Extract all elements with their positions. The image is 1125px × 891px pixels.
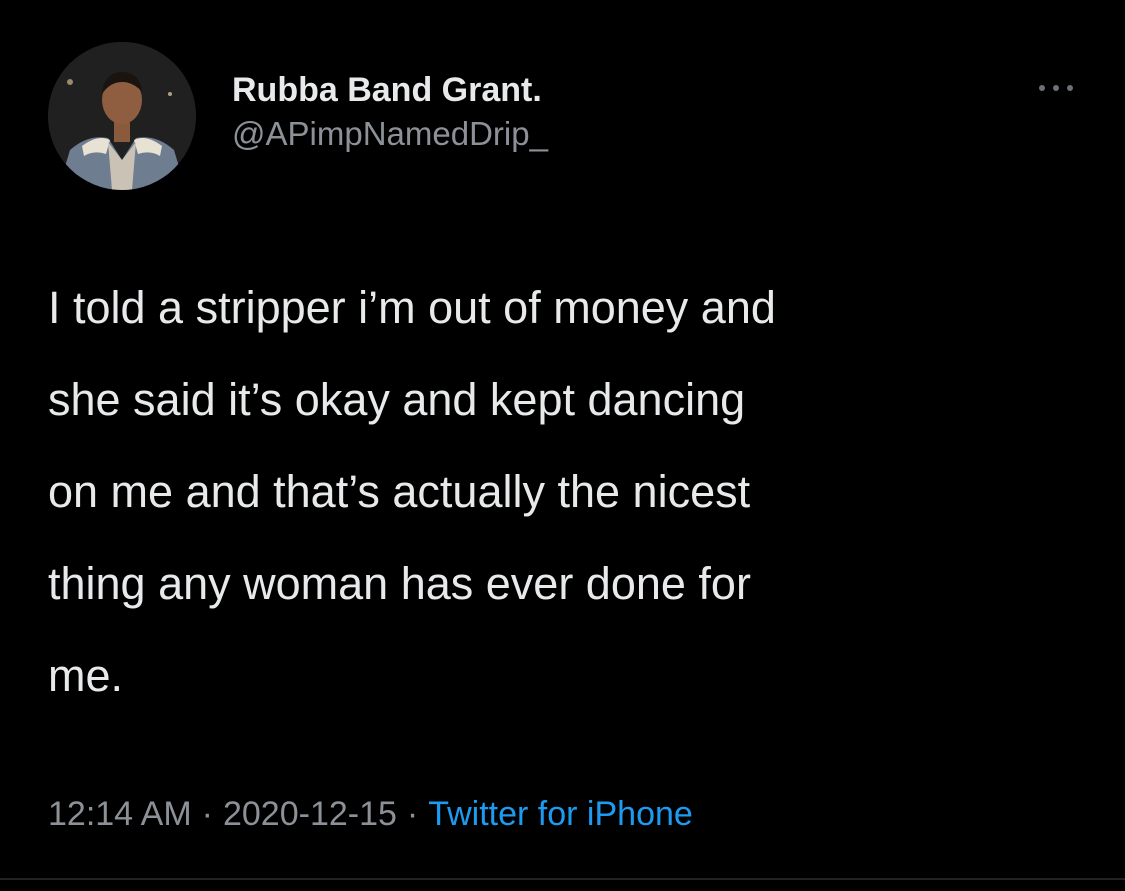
- meta-separator: ·: [406, 795, 419, 833]
- tweet-date[interactable]: 2020-12-15: [223, 795, 397, 833]
- tweet-source-link[interactable]: Twitter for iPhone: [428, 795, 693, 833]
- meta-separator: ·: [201, 795, 213, 833]
- more-options-icon: [1039, 85, 1073, 91]
- tweet-text-line: I told a stripper i’m out of money and: [48, 282, 776, 333]
- tweet-meta: 12:14 AM · 2020-12-15 · Twitter for iPhone: [48, 792, 693, 836]
- tweet-time[interactable]: 12:14 AM: [48, 795, 192, 833]
- avatar-photo: [48, 42, 196, 190]
- author-block[interactable]: Rubba Band Grant. @APimpNamedDrip_: [232, 70, 548, 154]
- more-options-button[interactable]: [1028, 70, 1084, 106]
- tweet-text-line: me.: [48, 650, 124, 701]
- tweet-text-line: thing any woman has ever done for: [48, 558, 751, 609]
- display-name[interactable]: Rubba Band Grant.: [232, 70, 548, 110]
- tweet-text: I told a stripper i’m out of money and s…: [48, 262, 1088, 722]
- tweet-card: Rubba Band Grant. @APimpNamedDrip_ I tol…: [0, 0, 1125, 891]
- tweet-text-line: she said it’s okay and kept dancing: [48, 374, 746, 425]
- user-handle[interactable]: @APimpNamedDrip_: [232, 114, 548, 154]
- avatar[interactable]: [48, 42, 196, 190]
- divider: [0, 878, 1125, 880]
- tweet-text-line: on me and that’s actually the nicest: [48, 466, 751, 517]
